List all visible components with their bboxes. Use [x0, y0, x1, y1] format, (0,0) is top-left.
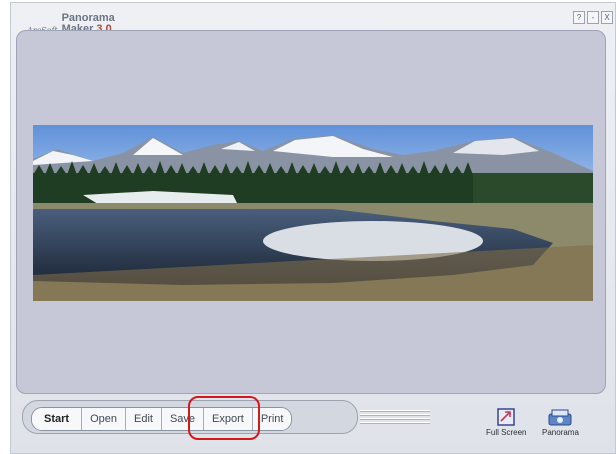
fullscreen-button[interactable]: Full Screen [486, 408, 526, 437]
start-button[interactable]: Start [32, 408, 83, 430]
panorama-button[interactable]: Panorama [542, 408, 579, 437]
edit-button[interactable]: Edit [125, 408, 162, 430]
panorama-image [33, 125, 593, 301]
save-button-highlight [188, 396, 260, 440]
close-button[interactable]: X [601, 11, 613, 24]
panorama-label: Panorama [542, 428, 579, 437]
toolbar-groove-decoration [360, 410, 430, 424]
preview-canvas [16, 30, 606, 394]
window-controls: ? - X [573, 11, 613, 24]
minimize-button[interactable]: - [587, 11, 599, 24]
fullscreen-label: Full Screen [486, 428, 527, 437]
help-button[interactable]: ? [573, 11, 585, 24]
panorama-icon [548, 409, 572, 426]
fullscreen-icon [497, 408, 515, 426]
open-button[interactable]: Open [82, 408, 126, 430]
